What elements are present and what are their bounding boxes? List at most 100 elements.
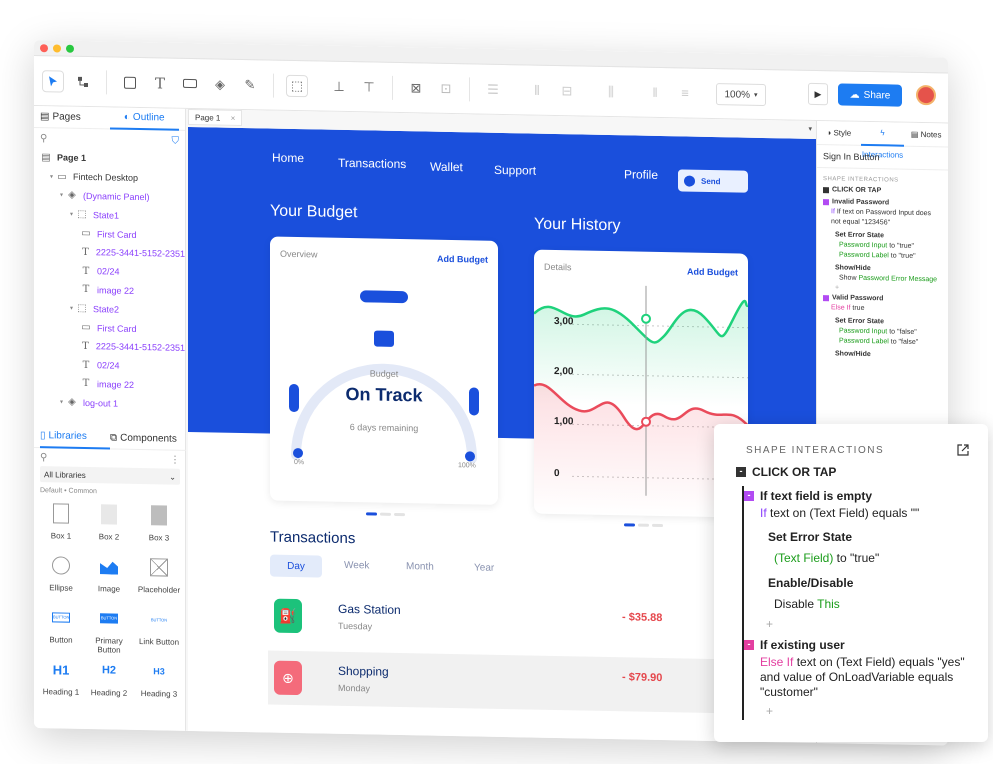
- external-link-icon[interactable]: [956, 443, 970, 457]
- outline-item-label: 2225-3441-5152-2351: [95, 247, 185, 260]
- budget-pager[interactable]: [366, 512, 405, 517]
- text-tool[interactable]: T: [149, 72, 171, 94]
- frame-tool[interactable]: ⬚: [286, 74, 308, 97]
- toolbar-divider: [392, 75, 393, 100]
- target: (Text Field): [774, 551, 834, 565]
- spacing-tool[interactable]: ⫼: [600, 80, 622, 102]
- avatar[interactable]: [916, 84, 936, 106]
- rectangle-tool[interactable]: [119, 71, 141, 93]
- close-icon[interactable]: ×: [231, 114, 236, 123]
- layers-tool[interactable]: ◈: [209, 73, 231, 95]
- image-preview: [86, 552, 132, 581]
- play-icon: ▶: [814, 88, 822, 99]
- library-tabs: ▯ Libraries ⧉ Components: [34, 425, 186, 451]
- connector-icon: [78, 76, 88, 87]
- tab-style[interactable]: ◑ Style: [817, 128, 861, 138]
- filter-icon[interactable]: ⛉: [172, 135, 180, 146]
- library-tile-ellipse[interactable]: Ellipse: [38, 551, 84, 593]
- zoom-select[interactable]: 100% ▾: [716, 83, 766, 107]
- outline-item-label: image 22: [97, 379, 135, 390]
- library-tile-link[interactable]: BUTTON Link Button: [136, 605, 182, 647]
- tab-outline[interactable]: ◐ Outline: [109, 106, 179, 131]
- outline-tree: ▤ Page 1 ▾ ▭ Fintech Desktop ▾ ◈ (Dynamic Panel…: [34, 148, 185, 414]
- outline-item[interactable]: ▾ ◈ log-out 1: [34, 392, 185, 414]
- distribute-tool[interactable]: ☰: [482, 78, 504, 100]
- tab-year[interactable]: Year: [474, 562, 494, 573]
- expand-icon[interactable]: ▾: [50, 173, 53, 180]
- popup-case-row[interactable]: - If text field is empty: [744, 489, 872, 503]
- tab-week[interactable]: Week: [344, 560, 369, 571]
- history-pager[interactable]: [624, 523, 663, 528]
- library-tile-button[interactable]: BUTTON Button: [38, 603, 84, 645]
- tab-notes[interactable]: ▤ Notes: [904, 130, 948, 140]
- library-tile-primary[interactable]: BUTTON Primary Button: [86, 604, 132, 655]
- canvas-menu-icon[interactable]: ▾: [808, 125, 812, 133]
- nav-home[interactable]: Home: [272, 151, 304, 166]
- value: to "false": [888, 338, 919, 346]
- transaction-row[interactable]: ⛽ Gas Station Tuesday - $35.88: [268, 592, 788, 654]
- tab-libraries[interactable]: ▯ Libraries: [40, 425, 110, 449]
- add-action-icon[interactable]: +: [766, 704, 773, 718]
- more-icon[interactable]: ⋮: [170, 454, 180, 465]
- zoom-value: 100%: [724, 88, 751, 101]
- tab-interactions[interactable]: ϟ Interactions: [860, 121, 905, 159]
- tab-day[interactable]: Day: [270, 554, 322, 578]
- keyword: Else If: [760, 655, 794, 669]
- nav-profile[interactable]: Profile: [624, 167, 658, 182]
- align-top-tool[interactable]: ⊤: [358, 76, 380, 98]
- tab-components[interactable]: ⧉ Components: [110, 427, 180, 450]
- popup-event-row[interactable]: - CLICK OR TAP: [736, 465, 836, 479]
- expand-icon[interactable]: ▾: [70, 211, 73, 218]
- keyword: Else If: [831, 304, 851, 312]
- library-tile-h2[interactable]: H2 Heading 2: [86, 656, 132, 698]
- distribute-v-tool[interactable]: ≡: [674, 82, 696, 104]
- action-title: Show/Hide: [835, 350, 871, 359]
- add-budget-button[interactable]: Add Budget: [687, 267, 738, 278]
- minimize-dot[interactable]: [53, 43, 61, 53]
- search-icon[interactable]: ⚲: [40, 133, 47, 144]
- left-panel: ▤ Pages ◐ Outline ⚲ ⛉ ▤ Page 1 ▾ ▭ Fintech D…: [34, 106, 186, 731]
- library-tile-placeholder[interactable]: Placeholder: [136, 553, 182, 595]
- transaction-row[interactable]: ⊕ Shopping Monday - $79.90: [268, 650, 788, 715]
- box3-shape: [151, 505, 167, 526]
- tab-month[interactable]: Month: [406, 561, 434, 573]
- library-tile-h3[interactable]: H3 Heading 3: [136, 657, 182, 699]
- library-tile-box3[interactable]: Box 3: [136, 501, 182, 543]
- library-tile-label: Link Button: [138, 637, 180, 647]
- expand-icon[interactable]: ▾: [60, 399, 63, 406]
- align-center-tool[interactable]: ⊟: [556, 80, 578, 102]
- select-tool[interactable]: [42, 69, 64, 93]
- library-tile-h1[interactable]: H1 Heading 1: [38, 655, 84, 697]
- hover-point-green: [641, 313, 651, 324]
- align-bottom-tool[interactable]: ⊥: [328, 75, 350, 97]
- library-tile-box2[interactable]: Box 2: [86, 500, 132, 542]
- popup-case-row[interactable]: - If existing user: [744, 638, 845, 652]
- group-tool[interactable]: ⊠: [405, 77, 427, 99]
- library-tile-box1[interactable]: Box 1: [38, 499, 84, 541]
- connector-tool[interactable]: [72, 70, 94, 92]
- preview-button[interactable]: ▶: [808, 82, 828, 106]
- nav-transactions[interactable]: Transactions: [338, 156, 406, 171]
- nav-support[interactable]: Support: [494, 163, 536, 178]
- pen-tool[interactable]: ✎: [239, 73, 261, 95]
- distribute-h-tool[interactable]: ‖: [644, 81, 666, 103]
- expand-icon[interactable]: ▾: [60, 192, 63, 199]
- canvas-tab[interactable]: Page 1 ×: [188, 108, 243, 126]
- verb: Show: [839, 274, 859, 282]
- nav-wallet[interactable]: Wallet: [430, 160, 463, 175]
- align-left-tool[interactable]: ⫴: [526, 79, 548, 101]
- library-tile-image[interactable]: Image: [86, 552, 132, 594]
- maximize-dot[interactable]: [66, 44, 74, 53]
- widget-tool[interactable]: [179, 72, 201, 94]
- tab-pages[interactable]: ▤ Pages: [40, 106, 110, 129]
- search-icon[interactable]: ⚲: [40, 452, 47, 463]
- share-button[interactable]: ☁ Share: [838, 83, 902, 107]
- add-budget-button[interactable]: Add Budget: [437, 254, 488, 265]
- distribute-icon: ☰: [487, 81, 499, 97]
- ungroup-tool[interactable]: ⊡: [435, 77, 457, 99]
- expand-icon[interactable]: ▾: [70, 305, 73, 312]
- close-dot[interactable]: [40, 43, 48, 52]
- pager-dot: [394, 512, 405, 517]
- send-button[interactable]: Send: [678, 169, 748, 193]
- add-action-icon[interactable]: +: [766, 617, 773, 631]
